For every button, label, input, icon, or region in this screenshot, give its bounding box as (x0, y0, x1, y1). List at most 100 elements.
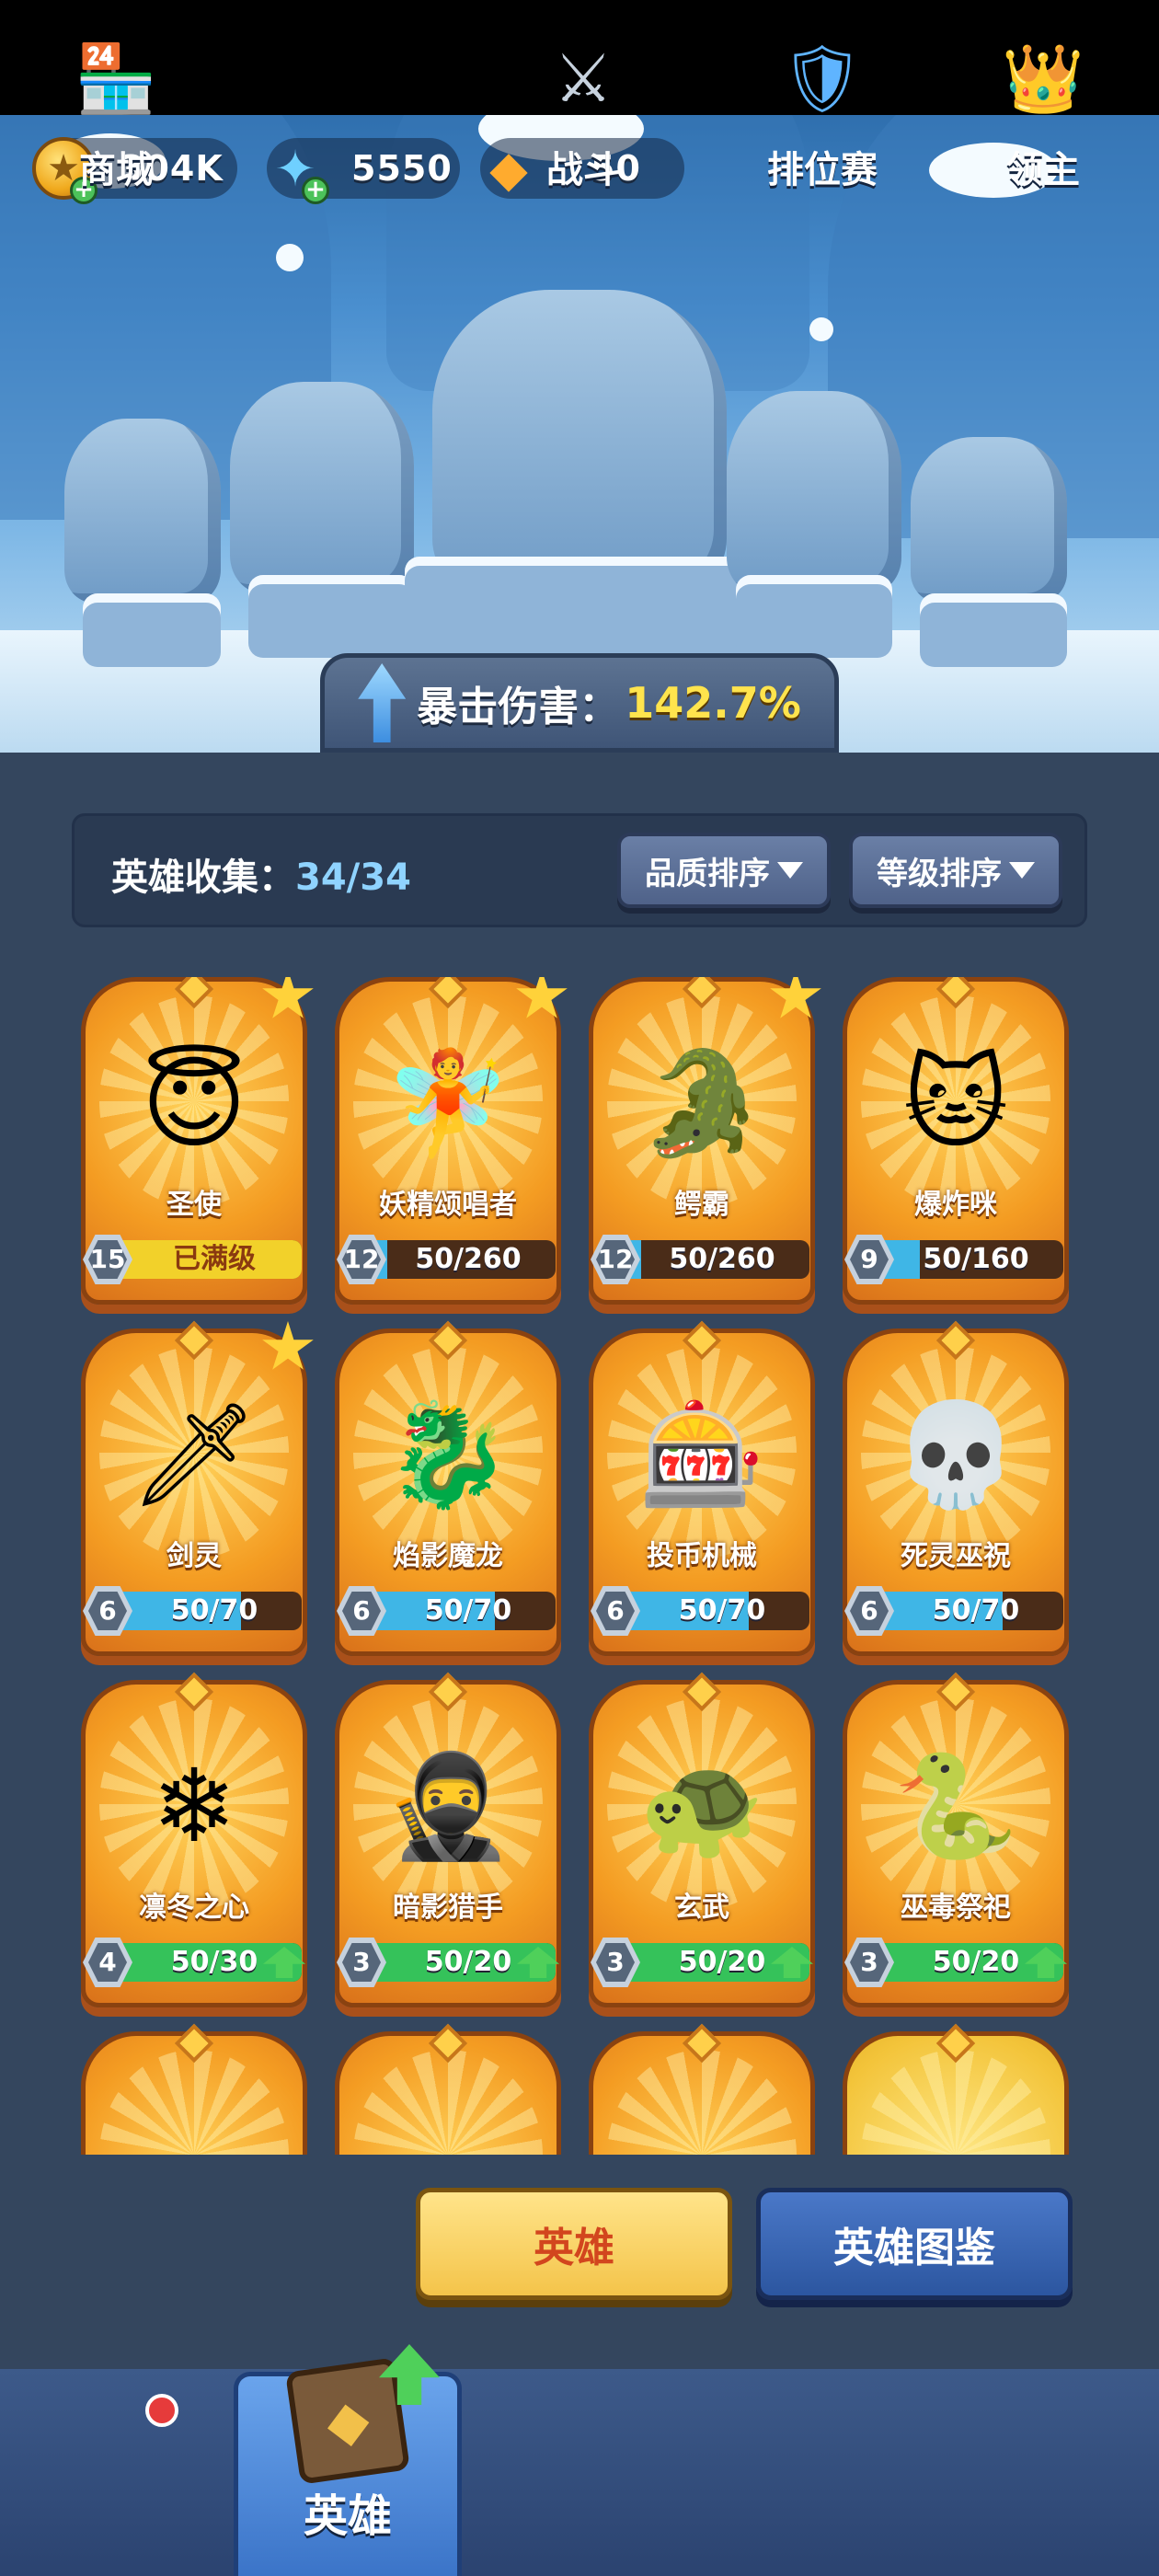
hero-card[interactable]: 🧚 妖精颂唱者 50/260 12 (335, 977, 568, 1305)
hero-card-partial[interactable] (81, 2023, 307, 2155)
hero-name: 凛冬之心 (139, 1892, 249, 1924)
gem-value: 5550 (351, 148, 453, 189)
hero-level: 3 (342, 1943, 381, 1982)
hero-card[interactable]: 🥷 暗影猎手 50/20 3 (335, 1672, 561, 2007)
screen: ★ + 304K ✦ + 5550 ◆ 50 暴击伤害： 142.7% 英雄收集：3… (0, 0, 1159, 2576)
hero-card-partial[interactable] (335, 2023, 561, 2155)
up-arrow-icon (358, 663, 407, 742)
hero-progress-text: 50/70 (424, 1594, 512, 1627)
nav-hero-label: 英雄 (303, 2490, 392, 2542)
hero-portrait: 🐢 (638, 1746, 765, 1865)
hero-card[interactable]: 🎰 投币机械 50/70 6 (589, 1320, 815, 1656)
nav-lord-label: 领主 (1006, 149, 1080, 191)
frozen-statue-4 (727, 391, 901, 593)
hero-tab-button[interactable]: 英雄 (416, 2188, 732, 2300)
hero-name: 爆炸咪 (914, 1189, 997, 1221)
hero-codex-button[interactable]: 英雄图鉴 (756, 2188, 1073, 2300)
nav-shop[interactable]: 🏪 商城 (24, 28, 208, 207)
hero-progress-text: 50/160 (923, 1243, 1029, 1275)
hero-level: 9 (850, 1240, 889, 1279)
hero-progress-text: 50/260 (669, 1243, 775, 1275)
hero-grid: 😇 圣使已满级 15 🧚 妖精颂唱者 50/260 12 🐊 鳄霸 50/260 12 🐱 爆炸咪 50/… (81, 977, 1078, 2155)
nav-ranked-label: 排位赛 (767, 149, 878, 191)
nav-battle-label: 战斗 (546, 149, 620, 191)
hero-name: 妖精颂唱者 (379, 1189, 517, 1221)
hero-level: 3 (850, 1943, 889, 1982)
hero-portrait: 🐍 (892, 1746, 1019, 1865)
hero-card[interactable]: ❄ 凛冬之心 50/30 4 (81, 1672, 307, 2007)
hero-card-partial[interactable] (843, 2023, 1069, 2155)
sort-level-label: 等级排序 (877, 855, 1002, 892)
add-gem-icon[interactable]: + (302, 177, 329, 204)
nav-battle[interactable]: ⚔ 战斗 (491, 28, 675, 207)
hero-portrait: 🐉 (384, 1395, 511, 1513)
nav-lord[interactable]: 👑 领主 (951, 28, 1135, 207)
hero-portrait: 🧚 (384, 1043, 511, 1162)
hero-card[interactable]: 🐱 爆炸咪 50/160 9 (843, 977, 1069, 1305)
hero-progress-text: 50/260 (415, 1243, 522, 1275)
hero-card[interactable]: 💀 死灵巫祝 50/70 6 (843, 1320, 1069, 1656)
hero-portrait: 🐱 (902, 1044, 1009, 1162)
hero-card[interactable]: 🐉 焰影魔龙 50/70 6 (335, 1320, 561, 1656)
hero-level: 6 (342, 1592, 381, 1630)
hero-level: 15 (88, 1240, 127, 1279)
rank-shield-icon: 🛡 (780, 39, 865, 117)
hero-name: 焰影魔龙 (393, 1540, 503, 1572)
gem-resource[interactable]: ✦ + 5550 (267, 138, 460, 204)
hero-level: 12 (596, 1240, 635, 1279)
hero-name: 圣使 (166, 1189, 222, 1221)
blue-crystal-icon: ✦ + (259, 132, 331, 204)
hero-level: 12 (342, 1240, 381, 1279)
collection-header: 英雄收集：34/34 品质排序 等级排序 (72, 813, 1087, 927)
hero-level: 4 (88, 1943, 127, 1982)
hero-card[interactable]: 🐢 玄武 50/20 3 (589, 1672, 815, 2007)
hero-progress-text: 50/70 (932, 1594, 1020, 1627)
hero-portrait: 🐊 (638, 1043, 765, 1162)
hero-progress-text: 50/70 (678, 1594, 766, 1627)
hero-card[interactable]: 😇 圣使已满级 15 (81, 977, 314, 1305)
hero-card[interactable]: 🐊 鳄霸 50/260 12 (589, 977, 821, 1305)
hero-progress-text: 已满级 (173, 1243, 256, 1275)
crit-value: 142.7% (625, 678, 801, 728)
sort-quality-button[interactable]: 品质排序 (617, 833, 831, 908)
collection-count: 34/34 (295, 857, 411, 899)
hero-level: 6 (596, 1592, 635, 1630)
collection-label: 英雄收集： (111, 857, 295, 899)
hero-level: 6 (88, 1592, 127, 1630)
hero-name: 暗影猎手 (393, 1892, 503, 1924)
notification-dot (145, 2394, 178, 2427)
sort-quality-label: 品质排序 (645, 855, 770, 892)
hero-name: 剑灵 (166, 1540, 222, 1572)
hero-portrait: 🗡 (130, 1395, 258, 1513)
hero-level: 3 (596, 1943, 635, 1982)
hero-portrait: ❄ (151, 1747, 237, 1865)
dropdown-triangle-icon (1009, 862, 1035, 879)
hero-portrait: 💀 (892, 1395, 1019, 1513)
hero-level: 6 (850, 1592, 889, 1630)
hero-name: 投币机械 (647, 1540, 757, 1572)
hero-card[interactable]: 🐍 巫毒祭祀 50/20 3 (843, 1672, 1069, 2007)
shop-icon: 🏪 (75, 39, 157, 117)
hero-portrait: 🥷 (384, 1746, 511, 1865)
hero-name: 巫毒祭祀 (901, 1892, 1011, 1924)
nav-ranked[interactable]: 🛡 排位赛 (730, 28, 914, 207)
sort-level-button[interactable]: 等级排序 (849, 833, 1062, 908)
crit-label: 暴击伤害： (417, 684, 620, 730)
nav-shop-label: 商城 (79, 149, 153, 191)
frozen-statue-5 (911, 437, 1067, 603)
crossed-swords-icon: ⚔ (553, 40, 614, 117)
crit-damage-banner: 暴击伤害： 142.7% (320, 653, 839, 753)
frozen-dragon-statue (432, 290, 727, 593)
hero-card[interactable]: 🗡 剑灵 50/70 6 (81, 1320, 314, 1656)
hero-portrait: 😇 (141, 1044, 247, 1162)
hero-name: 鳄霸 (674, 1189, 729, 1221)
frozen-statue-2 (230, 382, 414, 593)
lord-banner-icon: 👑 (1002, 39, 1084, 117)
collection-text: 英雄收集：34/34 (111, 847, 411, 901)
hero-card-partial[interactable] (589, 2023, 815, 2155)
dropdown-triangle-icon (777, 862, 803, 879)
hero-name: 玄武 (674, 1892, 729, 1924)
hero-name: 死灵巫祝 (901, 1540, 1011, 1572)
hero-portrait: 🎰 (638, 1395, 765, 1513)
frozen-statue-1 (64, 419, 221, 603)
